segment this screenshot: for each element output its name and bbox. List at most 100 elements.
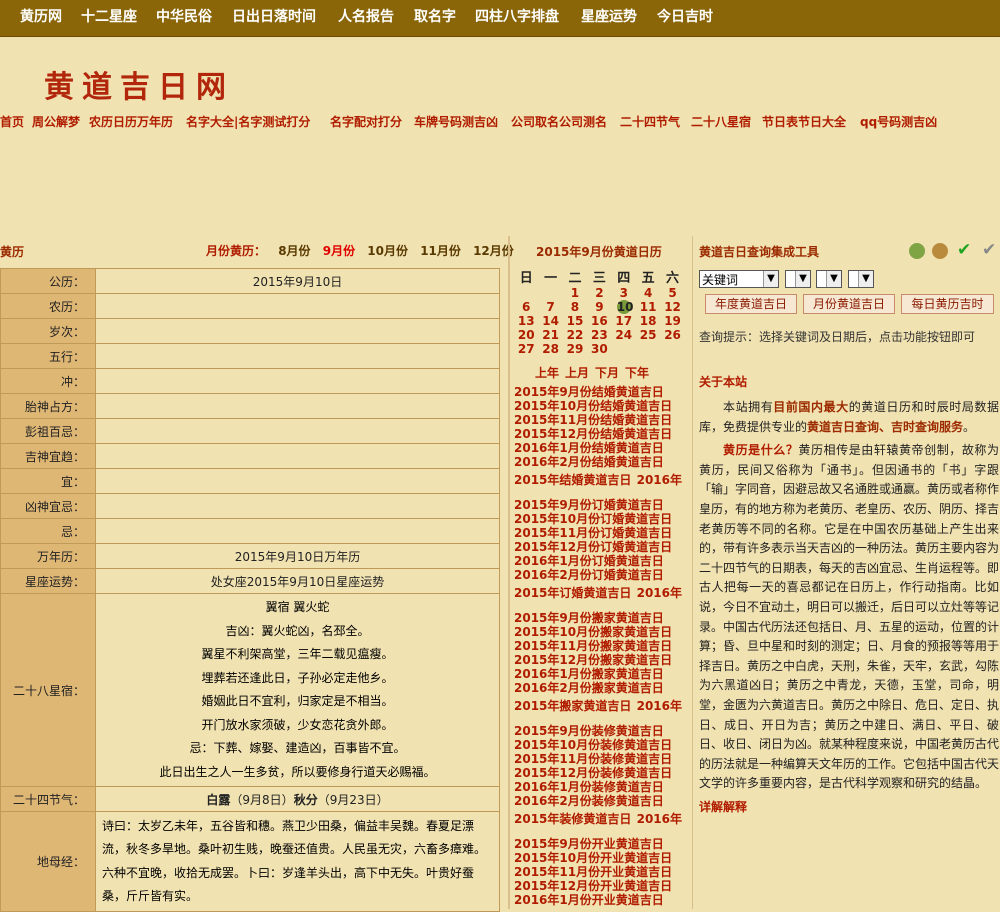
daily-hours-button[interactable]: 每日黄历吉时 [901, 294, 994, 314]
auspicious-link[interactable]: 2016年1月份搬家黄道吉日 [514, 667, 692, 681]
year-link[interactable]: 2015年结婚黄道吉日 [514, 473, 631, 487]
auspicious-link[interactable]: 2015年9月份搬家黄道吉日 [514, 611, 692, 625]
year-link[interactable]: 2016年 [637, 695, 682, 717]
auspicious-link[interactable]: 2015年10月份开业黄道吉日 [514, 851, 692, 865]
site-logo[interactable]: 黄道吉日网 [44, 62, 234, 106]
sub-nav-item[interactable]: 首页 [0, 113, 24, 130]
calendar-day[interactable]: 16 [587, 314, 611, 328]
year-link[interactable]: 2016年 [637, 582, 682, 604]
calendar-day[interactable]: 28 [538, 342, 562, 356]
top-nav-item[interactable]: 十二星座 [81, 0, 137, 36]
calendar-day[interactable]: 9 [587, 300, 611, 314]
prev-year-link[interactable]: 上年 [535, 366, 559, 380]
auspicious-link[interactable]: 2015年10月份订婚黄道吉日 [514, 512, 692, 526]
calendar-day[interactable]: 20 [514, 328, 538, 342]
month-link[interactable]: 11月份 [420, 244, 461, 258]
calendar-day[interactable]: 23 [587, 328, 611, 342]
calendar-day[interactable]: 15 [563, 314, 587, 328]
calendar-day[interactable]: 30 [587, 342, 611, 356]
year-link[interactable]: 2015年装修黄道吉日 [514, 812, 631, 826]
year-link[interactable]: 2015年搬家黄道吉日 [514, 699, 631, 713]
sub-nav-item[interactable]: 周公解梦 [32, 113, 80, 130]
auspicious-link[interactable]: 2016年1月份开业黄道吉日 [514, 893, 692, 907]
month-link-current[interactable]: 9月份 [323, 244, 355, 258]
month-select[interactable]: ▼ [816, 270, 842, 288]
sub-nav-item[interactable]: 农历日历万年历 [89, 113, 173, 130]
horoscope-link[interactable]: 处女座2015年9月10日星座运势 [95, 568, 500, 594]
year-select[interactable]: ▼ [785, 270, 811, 288]
month-link[interactable]: 10月份 [367, 244, 408, 258]
sub-nav-item[interactable]: 节日表节日大全 [762, 113, 846, 130]
sub-nav-item[interactable]: 名字大全|名字测试打分 [186, 113, 310, 130]
top-nav-item[interactable]: 今日吉时 [657, 0, 713, 36]
calendar-day[interactable]: 4 [636, 286, 660, 300]
auspicious-link[interactable]: 2015年10月份搬家黄道吉日 [514, 625, 692, 639]
top-nav-item[interactable]: 取名字 [414, 0, 456, 36]
auspicious-link[interactable]: 2015年12月份订婚黄道吉日 [514, 540, 692, 554]
auspicious-link[interactable]: 2016年1月份订婚黄道吉日 [514, 554, 692, 568]
jieqi-name[interactable]: 白露 [206, 793, 230, 807]
calendar-day[interactable]: 19 [660, 314, 684, 328]
monthly-auspicious-button[interactable]: 月份黄道吉日 [803, 294, 895, 314]
sub-nav-item[interactable]: 名字配对打分 [330, 113, 402, 130]
auspicious-link[interactable]: 2015年9月份开业黄道吉日 [514, 837, 692, 851]
calendar-day[interactable]: 1 [563, 286, 587, 300]
auspicious-link[interactable]: 2015年10月份装修黄道吉日 [514, 738, 692, 752]
calendar-day[interactable]: 26 [660, 328, 684, 342]
year-link[interactable]: 2015年订婚黄道吉日 [514, 586, 631, 600]
auspicious-link[interactable]: 2015年11月份订婚黄道吉日 [514, 526, 692, 540]
calendar-day[interactable]: 7 [538, 300, 562, 314]
calendar-day[interactable]: 24 [612, 328, 636, 342]
auspicious-link[interactable]: 2016年2月份结婚黄道吉日 [514, 455, 692, 469]
auspicious-link[interactable]: 2016年1月份结婚黄道吉日 [514, 441, 692, 455]
auspicious-link[interactable]: 2016年2月份装修黄道吉日 [514, 794, 692, 808]
auspicious-link[interactable]: 2015年12月份开业黄道吉日 [514, 879, 692, 893]
year-link[interactable]: 2016年 [637, 808, 682, 830]
keyword-select[interactable]: 关键词 ▼ [699, 270, 779, 288]
calendar-day[interactable]: 13 [514, 314, 538, 328]
auspicious-link[interactable]: 2015年12月份装修黄道吉日 [514, 766, 692, 780]
yearly-auspicious-button[interactable]: 年度黄道吉日 [705, 294, 797, 314]
top-nav-item[interactable]: 日出日落时间 [232, 0, 316, 36]
calendar-day[interactable]: 22 [563, 328, 587, 342]
jieqi-name[interactable]: 秋分 [294, 793, 318, 807]
auspicious-link[interactable]: 2015年10月份结婚黄道吉日 [514, 399, 692, 413]
auspicious-link[interactable]: 2015年11月份开业黄道吉日 [514, 865, 692, 879]
sub-nav-item[interactable]: 公司取名公司测名 [511, 113, 607, 130]
next-month-link[interactable]: 下月 [595, 366, 619, 380]
auspicious-link[interactable]: 2015年9月份结婚黄道吉日 [514, 385, 692, 399]
auspicious-link[interactable]: 2015年9月份装修黄道吉日 [514, 724, 692, 738]
calendar-day[interactable]: 27 [514, 342, 538, 356]
auspicious-link[interactable]: 2015年12月份搬家黄道吉日 [514, 653, 692, 667]
top-nav-item[interactable]: 中华民俗 [156, 0, 212, 36]
auspicious-link[interactable]: 2015年11月份搬家黄道吉日 [514, 639, 692, 653]
month-link[interactable]: 8月份 [278, 244, 310, 258]
calendar-day[interactable]: 5 [660, 286, 684, 300]
auspicious-link[interactable]: 2015年12月份结婚黄道吉日 [514, 427, 692, 441]
calendar-day[interactable]: 18 [636, 314, 660, 328]
calendar-day[interactable]: 6 [514, 300, 538, 314]
prev-month-link[interactable]: 上月 [565, 366, 589, 380]
wannianli-link[interactable]: 2015年9月10日万年历 [95, 543, 500, 569]
sub-nav-item[interactable]: 二十四节气 [620, 113, 680, 130]
calendar-day[interactable]: 25 [636, 328, 660, 342]
auspicious-link[interactable]: 2015年11月份装修黄道吉日 [514, 752, 692, 766]
gray-check-icon[interactable]: ✔ [982, 240, 996, 260]
calendar-day-today[interactable]: 10 [612, 300, 636, 314]
next-year-link[interactable]: 下年 [625, 366, 649, 380]
calendar-day[interactable]: 14 [538, 314, 562, 328]
brown-circle-icon[interactable] [932, 243, 948, 259]
auspicious-link[interactable]: 2016年1月份装修黄道吉日 [514, 780, 692, 794]
calendar-day[interactable]: 21 [538, 328, 562, 342]
top-nav-item[interactable]: 黄历网 [20, 0, 62, 36]
green-circle-icon[interactable] [909, 243, 925, 259]
auspicious-link[interactable]: 2015年11月份结婚黄道吉日 [514, 413, 692, 427]
calendar-day[interactable]: 11 [636, 300, 660, 314]
auspicious-link[interactable]: 2015年9月份订婚黄道吉日 [514, 498, 692, 512]
calendar-day[interactable]: 2 [587, 286, 611, 300]
calendar-day[interactable]: 17 [612, 314, 636, 328]
sub-nav-item[interactable]: 车牌号码测吉凶 [414, 113, 498, 130]
sub-nav-item[interactable]: 二十八星宿 [691, 113, 751, 130]
green-check-icon[interactable]: ✔ [957, 240, 971, 260]
auspicious-link[interactable]: 2016年2月份搬家黄道吉日 [514, 681, 692, 695]
